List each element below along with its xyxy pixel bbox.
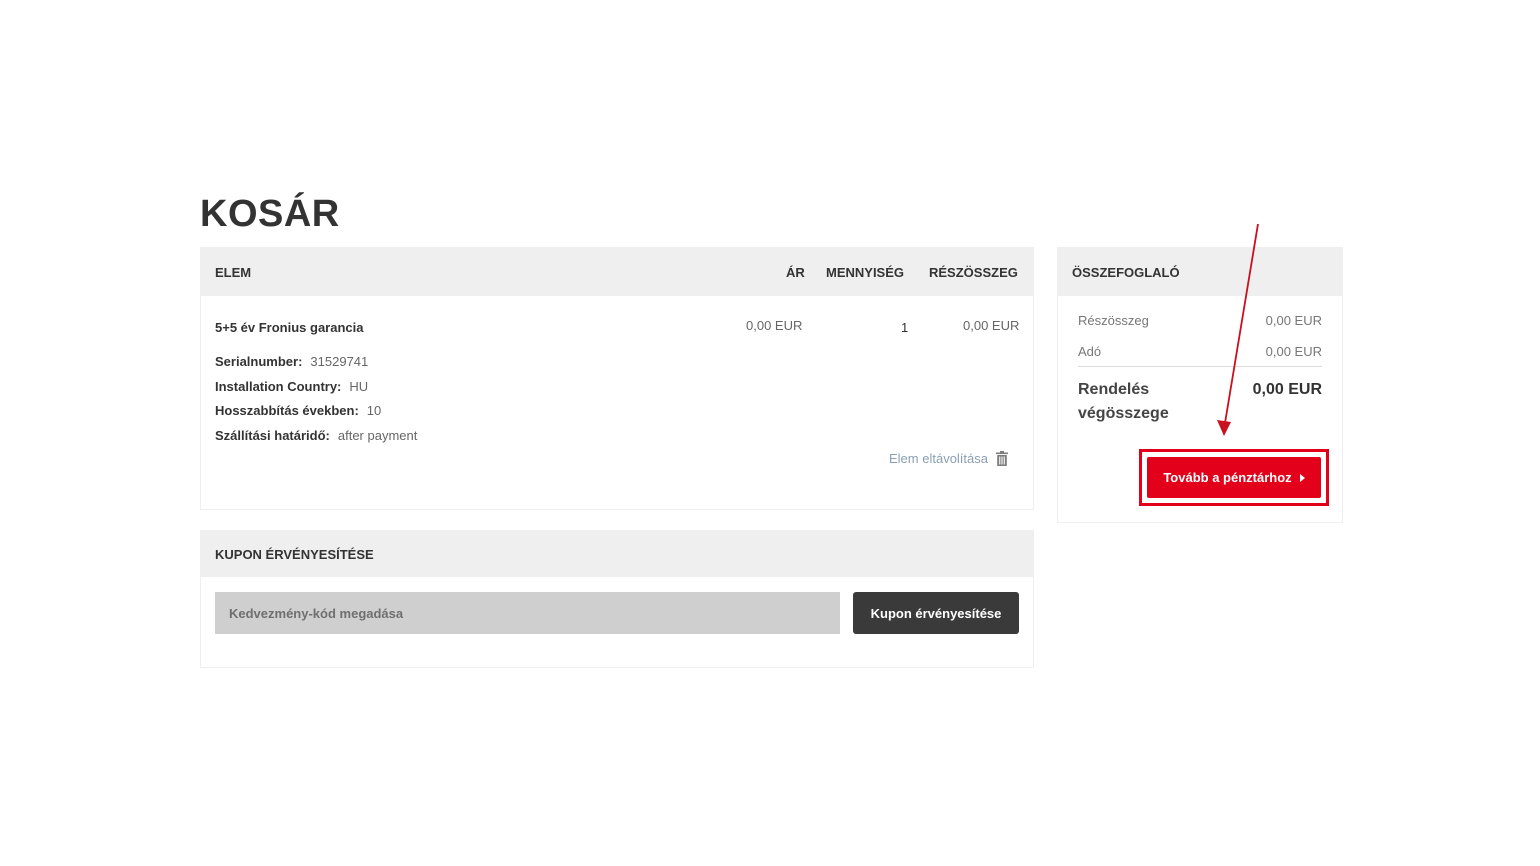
attribute-value: 31529741 bbox=[310, 354, 369, 369]
coupon-panel: KUPON ÉRVÉNYESÍTÉSE Kupon érvényesítése bbox=[200, 530, 1034, 668]
proceed-to-checkout-button[interactable]: Tovább a pénztárhoz bbox=[1147, 457, 1321, 498]
column-header-price: ÁR bbox=[786, 264, 805, 280]
attribute-value: after payment bbox=[337, 428, 418, 443]
attribute-label: Serialnumber: bbox=[215, 354, 303, 369]
checkout-button-label: Tovább a pénztárhoz bbox=[1163, 470, 1292, 485]
item-attribute-delivery: Szállítási határidő: after payment bbox=[215, 428, 417, 443]
caret-right-icon bbox=[1299, 473, 1305, 482]
cart-item-price: 0,00 EUR bbox=[746, 318, 803, 333]
cart-page: KOSÁR ELEM ÁR MENNYISÉG RÉSZÖSSZEG 5+5 é… bbox=[0, 0, 1540, 866]
coupon-title: KUPON ÉRVÉNYESÍTÉSE bbox=[215, 546, 374, 562]
cart-item-name: 5+5 év Fronius garancia bbox=[215, 320, 364, 335]
cart-item-quantity: 1 bbox=[901, 320, 909, 335]
column-header-quantity: MENNYISÉG bbox=[826, 264, 905, 280]
item-attribute-country: Installation Country: HU bbox=[215, 379, 368, 394]
coupon-header: KUPON ÉRVÉNYESÍTÉSE bbox=[201, 531, 1033, 577]
item-attribute-extension-years: Hosszabbítás években: 10 bbox=[215, 403, 381, 418]
page-title: KOSÁR bbox=[200, 193, 340, 235]
summary-title: ÖSSZEFOGLALÓ bbox=[1072, 264, 1180, 280]
summary-subtotal-label: Részösszeg bbox=[1078, 313, 1149, 328]
remove-item-label: Elem eltávolítása bbox=[889, 451, 988, 466]
summary-header: ÖSSZEFOGLALÓ bbox=[1058, 248, 1342, 296]
attribute-label: Hosszabbítás években: bbox=[215, 403, 359, 418]
cart-items-panel: ELEM ÁR MENNYISÉG RÉSZÖSSZEG 5+5 év Fron… bbox=[200, 247, 1034, 510]
trash-icon[interactable] bbox=[996, 451, 1008, 466]
summary-tax-label: Adó bbox=[1078, 344, 1102, 359]
remove-item-link[interactable]: Elem eltávolítása bbox=[889, 451, 1008, 466]
summary-tax-value: 0,00 EUR bbox=[1265, 344, 1322, 359]
order-total-label: Rendelés végösszege bbox=[1078, 381, 1169, 422]
summary-divider bbox=[1078, 366, 1322, 367]
item-attribute-serialnumber: Serialnumber: 31529741 bbox=[215, 354, 368, 369]
summary-subtotal-value: 0,00 EUR bbox=[1265, 313, 1322, 328]
order-total-value: 0,00 EUR bbox=[1252, 381, 1322, 398]
attribute-label: Installation Country: bbox=[215, 379, 342, 394]
cart-item-subtotal: 0,00 EUR bbox=[963, 318, 1020, 333]
cart-table-header: ELEM ÁR MENNYISÉG RÉSZÖSSZEG bbox=[201, 248, 1033, 296]
column-header-item: ELEM bbox=[215, 264, 252, 280]
column-header-subtotal: RÉSZÖSSZEG bbox=[929, 264, 1018, 280]
attribute-value: 10 bbox=[366, 403, 382, 418]
attribute-value: HU bbox=[349, 379, 369, 394]
apply-coupon-button[interactable]: Kupon érvényesítése bbox=[853, 592, 1019, 634]
coupon-code-input[interactable] bbox=[215, 592, 840, 634]
attribute-label: Szállítási határidő: bbox=[215, 428, 330, 443]
